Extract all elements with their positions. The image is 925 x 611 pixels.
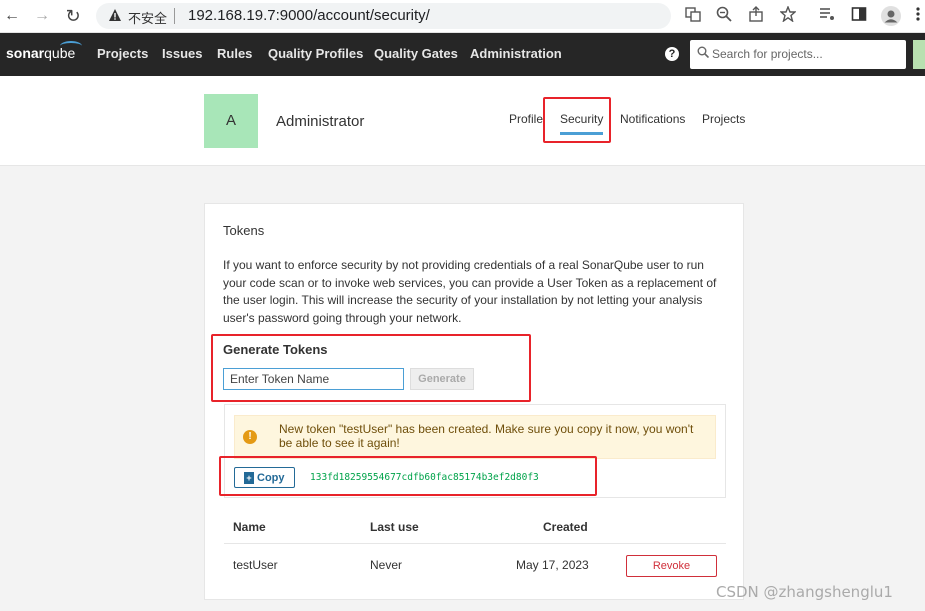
annotation-token-value (219, 456, 597, 496)
menu-icon[interactable] (912, 6, 924, 26)
search-icon (697, 46, 709, 58)
profile-icon[interactable] (881, 6, 901, 26)
alert-message: New token "testUser" has been created. M… (279, 422, 694, 450)
insecure-label: 不安全 (128, 12, 168, 27)
forward-arrow-icon[interactable]: → (32, 6, 52, 26)
user-name: Administrator (276, 113, 365, 130)
share-icon[interactable] (746, 6, 766, 26)
nav-projects[interactable]: Projects (97, 46, 148, 61)
nav-quality-profiles[interactable]: Quality Profiles (268, 46, 363, 61)
logo-sonar-text: sonar (6, 45, 45, 61)
token-created-alert: ! New token "testUser" has been created.… (234, 415, 716, 459)
star-icon[interactable] (778, 5, 798, 26)
help-icon[interactable]: ? (665, 47, 679, 61)
sidebar-icon[interactable] (849, 6, 869, 26)
nav-issues[interactable]: Issues (162, 46, 202, 61)
account-header: A Administrator Profile Security Notific… (0, 76, 925, 166)
tab-profile[interactable]: Profile (509, 112, 543, 126)
address-bar[interactable]: 不安全 192.168.19.7:9000/account/security/ (96, 3, 671, 29)
user-avatar-chip[interactable] (913, 40, 925, 69)
table-divider (224, 543, 726, 544)
url-separator (174, 8, 175, 24)
warning-triangle-icon (109, 9, 121, 21)
token-row-name: testUser (233, 558, 278, 572)
tokens-description: If you want to enforce security by not p… (223, 258, 717, 325)
column-created: Created (543, 520, 588, 534)
tab-notifications[interactable]: Notifications (620, 112, 685, 126)
back-arrow-icon[interactable]: ← (2, 6, 22, 26)
nav-quality-gates[interactable]: Quality Gates (374, 46, 458, 61)
tab-projects[interactable]: Projects (702, 112, 745, 126)
nav-rules[interactable]: Rules (217, 46, 252, 61)
watermark: CSDN @zhangshenglu1 (716, 583, 893, 601)
translate-icon[interactable] (683, 6, 703, 26)
url-text[interactable]: 192.168.19.7:9000/account/security/ (188, 7, 430, 24)
reading-list-icon[interactable] (817, 6, 837, 26)
zoom-icon[interactable] (714, 6, 734, 26)
exclamation-icon: ! (243, 430, 257, 444)
column-name: Name (233, 520, 266, 534)
reload-icon[interactable]: ↻ (63, 6, 83, 26)
project-search[interactable] (690, 40, 906, 69)
sonarqube-navbar: sonarqube Projects Issues Rules Quality … (0, 33, 925, 76)
logo-arc-icon (60, 41, 82, 51)
token-row-created: May 17, 2023 (516, 558, 589, 572)
annotation-generate-tokens (211, 334, 531, 402)
nav-administration[interactable]: Administration (470, 46, 562, 61)
tokens-title: Tokens (223, 223, 265, 238)
column-last-use: Last use (370, 520, 419, 534)
avatar: A (204, 94, 258, 148)
revoke-button[interactable]: Revoke (626, 555, 717, 577)
annotation-security-tab (543, 97, 611, 143)
browser-toolbar: ← → ↻ 不安全 192.168.19.7:9000/account/secu… (0, 0, 925, 33)
search-input[interactable] (712, 44, 902, 64)
token-row-last-use: Never (370, 558, 403, 572)
